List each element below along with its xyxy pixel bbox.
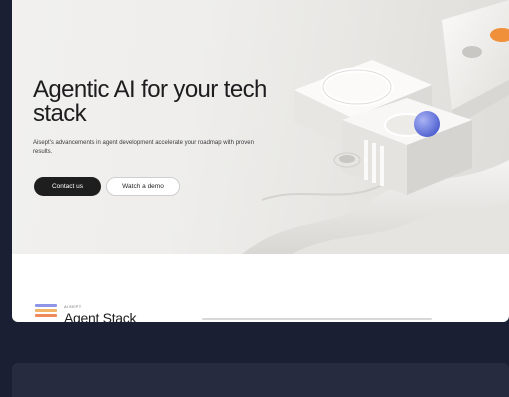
- hero-3d-illustration: [242, 0, 509, 254]
- contact-us-button[interactable]: Contact us: [34, 177, 101, 196]
- hero-headline: Agentic AI for your tech stack: [33, 76, 267, 127]
- stack-eyebrow: AISEPT: [64, 304, 82, 309]
- stack-title: Agent Stack: [64, 310, 137, 322]
- bottom-panel: [12, 363, 509, 397]
- hero-card: Agentic AI for your tech stack Aisept's …: [12, 0, 509, 322]
- hero-subtext: Aisept's advancements in agent developme…: [33, 140, 254, 155]
- watch-demo-button[interactable]: Watch a demo: [106, 177, 180, 196]
- agent-stack-logo-icon: [35, 304, 59, 322]
- stack-description-line: [202, 318, 432, 320]
- hero-banner: Agentic AI for your tech stack Aisept's …: [12, 0, 509, 254]
